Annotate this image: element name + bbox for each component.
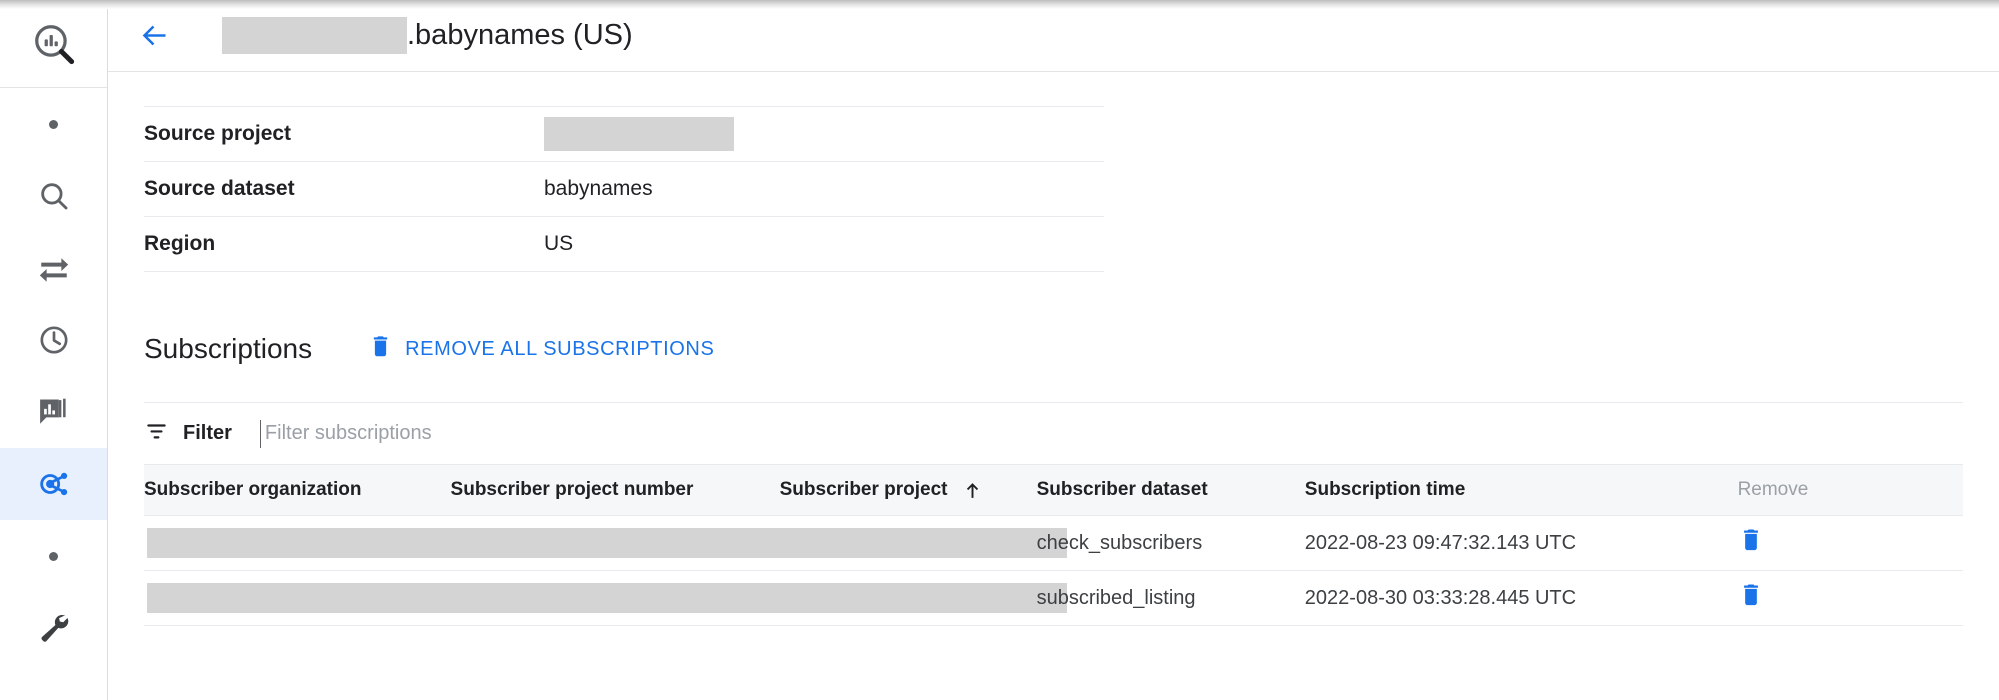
remove-all-subscriptions-button[interactable]: REMOVE ALL SUBSCRIPTIONS — [368, 334, 714, 364]
cell-subscription-time: 2022-08-23 09:47:32.143 UTC — [1305, 516, 1738, 571]
filter-label: Filter — [183, 422, 232, 445]
remove-all-subscriptions-label: REMOVE ALL SUBSCRIPTIONS — [405, 338, 714, 361]
cell-subscription-time: 2022-08-30 03:33:28.445 UTC — [1305, 571, 1738, 626]
trash-icon — [1738, 582, 1764, 614]
sidebar-item-capacity-management[interactable] — [0, 376, 107, 448]
left-sidebar — [0, 0, 108, 700]
column-header-subscriber-dataset[interactable]: Subscriber dataset — [1037, 465, 1305, 516]
cell-remove — [1738, 571, 1963, 626]
redacted-bar — [147, 583, 1067, 613]
cell-subscriber-dataset: check_subscribers — [1037, 516, 1305, 571]
column-header-subscriber-project[interactable]: Subscriber project — [780, 465, 1037, 516]
dot-icon — [49, 552, 58, 561]
detail-row-source-dataset: Source dataset babynames — [144, 162, 1104, 217]
sidebar-item-search[interactable] — [0, 160, 107, 232]
redacted-subscriber-cells — [144, 571, 1037, 626]
detail-key: Region — [144, 217, 544, 272]
filter-bar: Filter — [144, 402, 1963, 464]
subscriptions-table: Subscriber organization Subscriber proje… — [144, 464, 1963, 626]
detail-row-source-project: Source project — [144, 107, 1104, 162]
column-header-subscriber-project-label: Subscriber project — [780, 479, 948, 501]
wrench-icon — [37, 611, 71, 645]
page-title: .babynames (US) — [222, 17, 633, 54]
analytics-hub-icon — [37, 395, 71, 429]
bigquery-logo-icon — [0, 0, 107, 88]
redacted-source-project — [544, 117, 734, 151]
redacted-bar — [147, 528, 1067, 558]
detail-key: Source dataset — [144, 162, 544, 217]
sidebar-item-transfers[interactable] — [0, 232, 107, 304]
detail-value — [544, 107, 1104, 162]
back-button[interactable] — [130, 12, 178, 60]
redacted-project-name — [222, 17, 407, 54]
remove-subscription-button[interactable] — [1738, 582, 1764, 614]
detail-value: babynames — [544, 162, 1104, 217]
sidebar-item-scheduled-queries[interactable] — [0, 304, 107, 376]
clock-icon — [37, 323, 71, 357]
sidebar-item-analytics-hub[interactable] — [0, 448, 107, 520]
remove-subscription-button[interactable] — [1738, 527, 1764, 559]
column-header-subscription-time[interactable]: Subscription time — [1305, 465, 1738, 516]
filter-icon[interactable] — [144, 419, 169, 449]
subscriptions-header: Subscriptions REMOVE ALL SUBSCRIPTIONS — [144, 326, 1963, 372]
cell-subscriber-dataset: subscribed_listing — [1037, 571, 1305, 626]
filter-subscriptions-input[interactable] — [260, 420, 887, 448]
dot-icon — [49, 120, 58, 129]
column-header-subscriber-project-number[interactable]: Subscriber project number — [451, 465, 780, 516]
table-row[interactable]: subscribed_listing 2022-08-30 03:33:28.4… — [144, 571, 1963, 626]
app-root: .babynames (US) Source project Source da… — [0, 0, 1999, 700]
table-row[interactable]: check_subscribers 2022-08-23 09:47:32.14… — [144, 516, 1963, 571]
search-icon — [37, 179, 71, 213]
share-node-icon — [37, 467, 71, 501]
subscriptions-title: Subscriptions — [144, 333, 312, 365]
transfers-icon — [37, 251, 71, 285]
cell-remove — [1738, 516, 1963, 571]
sidebar-item-dot-bottom[interactable] — [0, 520, 107, 592]
sidebar-item-dot-top[interactable] — [0, 88, 107, 160]
trash-icon — [368, 334, 393, 364]
redacted-subscriber-cells — [144, 516, 1037, 571]
detail-value: US — [544, 217, 1104, 272]
column-header-subscriber-organization[interactable]: Subscriber organization — [144, 465, 451, 516]
detail-key: Source project — [144, 107, 544, 162]
detail-row-region: Region US — [144, 217, 1104, 272]
column-header-remove: Remove — [1738, 465, 1963, 516]
page-header: .babynames (US) — [108, 0, 1999, 72]
page-content: Source project Source dataset babynames … — [108, 72, 1999, 700]
main-panel: .babynames (US) Source project Source da… — [108, 0, 1999, 700]
page-title-suffix: .babynames (US) — [407, 19, 633, 52]
sort-ascending-arrow-icon — [962, 480, 983, 501]
table-header-row: Subscriber organization Subscriber proje… — [144, 465, 1963, 516]
back-arrow-icon — [138, 19, 171, 52]
dataset-details-table: Source project Source dataset babynames … — [144, 106, 1104, 272]
sidebar-item-settings[interactable] — [0, 592, 107, 664]
trash-icon — [1738, 527, 1764, 559]
